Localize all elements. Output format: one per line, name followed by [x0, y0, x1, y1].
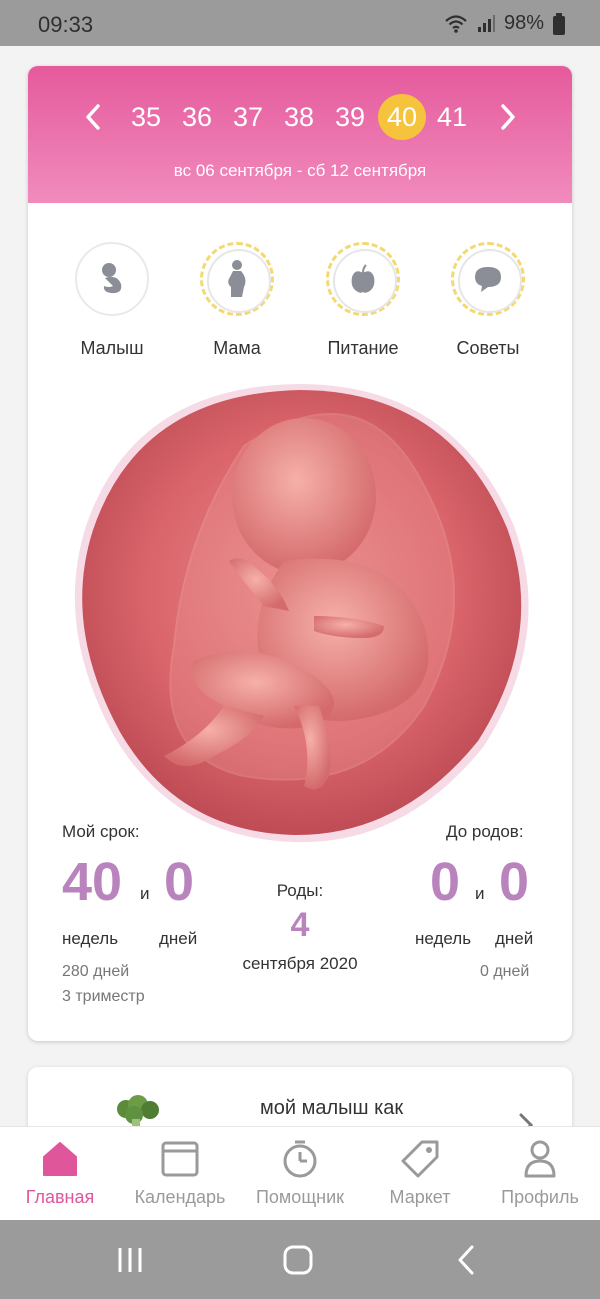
tag-icon	[401, 1140, 439, 1178]
recent-apps-icon	[118, 1248, 142, 1272]
category-nutrition-circle	[326, 242, 400, 316]
profile-icon	[524, 1140, 556, 1178]
apple-icon	[351, 264, 375, 293]
my-term-title: Мой срок:	[62, 822, 140, 841]
tab-profile-label: Профиль	[501, 1187, 579, 1207]
category-baby-label: Малыш	[80, 338, 144, 358]
category-mom-circle	[200, 242, 274, 316]
chevron-right-icon	[501, 104, 515, 130]
category-mom[interactable]: Мама	[187, 242, 287, 372]
week-selector: 35 36 37 38 39 40 41	[28, 94, 572, 140]
status-bar: 09:33 98%	[0, 0, 600, 46]
until-conj: и	[475, 884, 485, 903]
home-icon	[43, 1142, 77, 1176]
signal-icon	[477, 14, 495, 32]
stopwatch-icon	[283, 1140, 317, 1178]
tab-profile[interactable]: Профиль	[480, 1127, 600, 1221]
tab-calendar-label: Календарь	[134, 1187, 226, 1207]
category-baby[interactable]: Малыш	[62, 242, 162, 372]
until-days-value: 0	[499, 852, 530, 912]
category-tips-label: Советы	[456, 338, 520, 358]
home-system-button[interactable]	[278, 1242, 318, 1278]
until-weeks-value: 0	[430, 852, 461, 912]
tab-assistant[interactable]: Помощник	[240, 1127, 360, 1221]
birth-day: 4	[290, 906, 310, 944]
chat-bubble-icon	[475, 267, 501, 292]
until-total-days: 0 дней	[480, 963, 530, 980]
term-total-days: 280 дней	[62, 963, 130, 980]
pregnant-woman-icon	[228, 260, 246, 297]
back-chevron-icon	[458, 1245, 474, 1275]
term-days-unit: дней	[159, 929, 198, 948]
battery-icon	[553, 12, 565, 35]
until-birth-title: До родов:	[446, 822, 524, 841]
week-38[interactable]: 38	[275, 94, 323, 140]
category-nutrition-label: Питание	[327, 338, 399, 358]
term-conj: и	[140, 884, 150, 903]
tab-market-label: Маркет	[389, 1187, 451, 1207]
system-navigation-bar	[0, 1220, 600, 1299]
category-mom-label: Мама	[213, 338, 261, 358]
until-weeks-unit: недель	[415, 929, 472, 948]
week-39[interactable]: 39	[326, 94, 374, 140]
week-header: 35 36 37 38 39 40 41 вс 06 сентября - сб…	[28, 66, 572, 203]
tab-home-label: Главная	[25, 1187, 95, 1207]
wifi-icon	[445, 14, 467, 33]
until-days-unit: дней	[495, 929, 534, 948]
birth-month-year: сентября 2020	[242, 954, 358, 973]
tab-calendar[interactable]: Календарь	[120, 1127, 240, 1221]
week-41[interactable]: 41	[428, 94, 476, 140]
term-days-value: 0	[164, 852, 195, 912]
week-date-range: вс 06 сентября - сб 12 сентября	[173, 161, 427, 180]
status-indicators: 98%	[444, 12, 566, 35]
home-square-icon	[283, 1245, 313, 1275]
week-40-selected[interactable]: 40	[378, 94, 426, 140]
birth-title: Роды:	[276, 881, 324, 900]
category-nutrition[interactable]: Питание	[313, 242, 413, 372]
next-week-button[interactable]	[493, 102, 523, 132]
bottom-tab-bar: Главная Календарь Помощник Маркет Профил…	[0, 1126, 600, 1220]
term-weeks-unit: недель	[62, 929, 119, 948]
term-trimester: 3 триместр	[62, 988, 145, 1005]
calendar-icon	[161, 1141, 199, 1177]
tab-market[interactable]: Маркет	[360, 1127, 480, 1221]
status-time: 09:33	[38, 12, 94, 37]
chevron-left-icon	[86, 104, 100, 130]
fetus-illustration	[74, 384, 529, 843]
tab-home[interactable]: Главная	[0, 1127, 120, 1221]
battery-percent: 98%	[503, 12, 544, 34]
week-36[interactable]: 36	[173, 94, 221, 140]
prev-week-button[interactable]	[78, 102, 108, 132]
week-37[interactable]: 37	[224, 94, 272, 140]
category-baby-circle	[75, 242, 149, 316]
category-tips[interactable]: Советы	[438, 242, 538, 372]
back-button[interactable]	[446, 1242, 486, 1278]
tab-assistant-label: Помощник	[255, 1187, 344, 1207]
category-tips-circle	[451, 242, 525, 316]
week-35[interactable]: 35	[122, 94, 170, 140]
pregnancy-week-card: 35 36 37 38 39 40 41 вс 06 сентября - сб…	[28, 66, 572, 1041]
term-weeks-value: 40	[62, 852, 123, 912]
baby-icon	[102, 263, 122, 294]
baby-size-text: мой малыш как	[260, 1097, 404, 1119]
recent-apps-button[interactable]	[110, 1242, 150, 1278]
